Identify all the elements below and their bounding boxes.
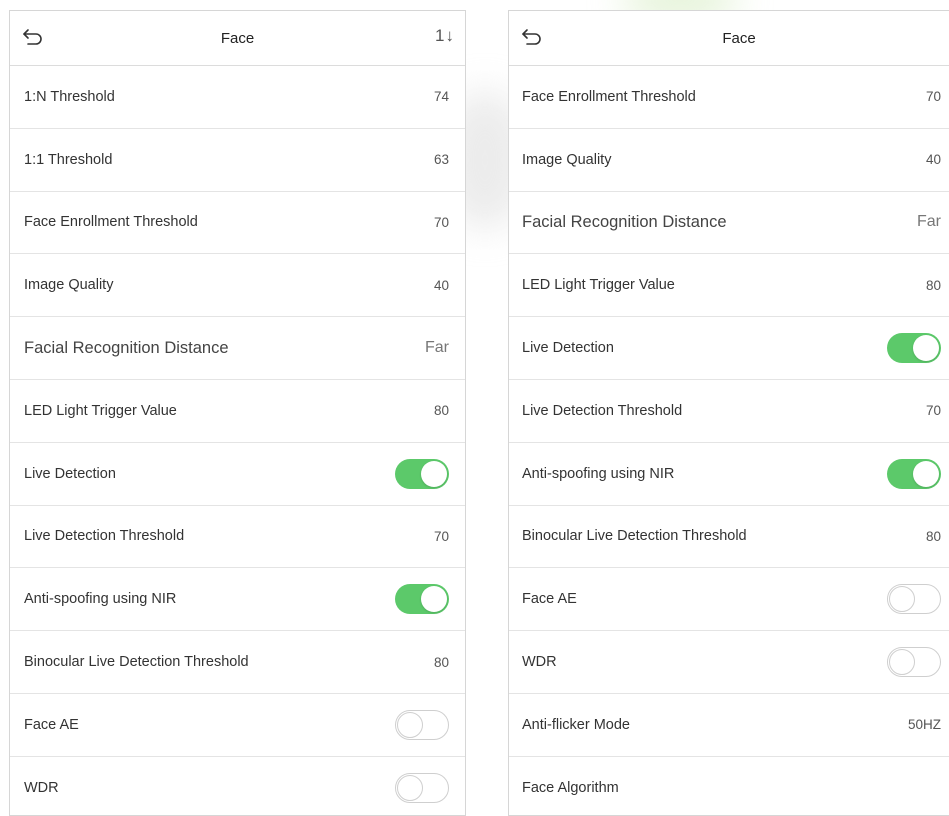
- toggle-knob: [889, 649, 915, 676]
- face-settings-panel-left: Face 1↓ 1:N Threshold 74 1:1 Threshold 63 Fa…: [9, 10, 466, 816]
- settings-row-1-1-threshold[interactable]: 1:1 Threshold 63: [10, 129, 465, 192]
- page-title: Face: [220, 29, 255, 47]
- settings-row-face-enrollment-threshold[interactable]: Face Enrollment Threshold 70: [509, 66, 949, 129]
- toggle-knob: [397, 711, 423, 738]
- settings-row-face-ae[interactable]: Face AE: [10, 694, 465, 757]
- setting-label: WDR: [522, 654, 557, 671]
- setting-value: 80: [925, 277, 941, 293]
- settings-row-face-ae[interactable]: Face AE: [509, 568, 949, 632]
- page-title: Face: [722, 29, 756, 47]
- settings-row-anti-spoofing-using-nir[interactable]: Anti-spoofing using NIR: [10, 568, 465, 632]
- settings-row-wdr[interactable]: WDR: [509, 631, 949, 694]
- toggle-switch[interactable]: [395, 709, 449, 740]
- settings-row-live-detection-threshold[interactable]: Live Detection Threshold 70: [509, 380, 949, 443]
- settings-row-led-light-trigger-value[interactable]: LED Light Trigger Value 80: [10, 380, 465, 443]
- setting-label: Anti-flicker Mode: [522, 716, 630, 733]
- setting-label: Image Quality: [24, 277, 114, 294]
- setting-value: Far: [917, 213, 941, 231]
- setting-label: WDR: [24, 779, 59, 796]
- setting-label: Face AE: [522, 591, 577, 608]
- setting-value: 70: [925, 403, 941, 419]
- setting-label: Live Detection Threshold: [24, 528, 185, 545]
- back-arrow-icon[interactable]: [521, 27, 543, 47]
- toggle-switch[interactable]: [395, 584, 449, 615]
- toggle-switch[interactable]: [395, 772, 449, 803]
- setting-label: Live Detection: [24, 465, 116, 482]
- setting-value: 70: [925, 89, 941, 105]
- settings-row-facial-recognition-distance[interactable]: Facial Recognition Distance Far: [10, 317, 465, 380]
- toggle-switch[interactable]: [395, 458, 449, 489]
- setting-label: Face Enrollment Threshold: [522, 88, 696, 105]
- setting-value: 80: [433, 654, 449, 670]
- face-settings-panel-right: Face 1↓ Face Enrollment Threshold 70 Image…: [508, 10, 949, 816]
- setting-value: 40: [433, 277, 449, 293]
- setting-label: 1:1 Threshold: [24, 151, 113, 168]
- settings-list: Face Enrollment Threshold 70 Image Quality…: [509, 66, 949, 815]
- settings-row-face-enrollment-threshold[interactable]: Face Enrollment Threshold 70: [10, 192, 465, 255]
- settings-row-live-detection[interactable]: Live Detection: [10, 443, 465, 506]
- back-arrow-icon[interactable]: [22, 27, 44, 47]
- setting-label: Face Enrollment Threshold: [24, 214, 198, 231]
- setting-value: 50HZ: [907, 717, 941, 733]
- settings-row-image-quality[interactable]: Image Quality 40: [10, 254, 465, 318]
- setting-label: Anti-spoofing using NIR: [24, 591, 177, 608]
- settings-row-facial-recognition-distance[interactable]: Facial Recognition Distance Far: [509, 192, 949, 255]
- setting-label: Facial Recognition Distance: [24, 338, 229, 357]
- setting-value: 80: [925, 528, 941, 544]
- toggle-knob: [421, 460, 447, 487]
- setting-label: LED Light Trigger Value: [522, 277, 675, 294]
- setting-label: LED Light Trigger Value: [24, 402, 177, 419]
- setting-label: 1:N Threshold: [24, 88, 115, 105]
- setting-label: Live Detection: [522, 340, 614, 357]
- toggle-switch[interactable]: [887, 584, 941, 615]
- setting-value: 70: [433, 214, 449, 230]
- setting-value: 74: [433, 89, 449, 105]
- setting-label: Anti-spoofing using NIR: [522, 465, 675, 482]
- setting-label: Binocular Live Detection Threshold: [522, 528, 747, 545]
- setting-label: Face Algorithm: [522, 779, 619, 796]
- header-bar: Face 1↓: [509, 11, 949, 66]
- settings-list: 1:N Threshold 74 1:1 Threshold 63 Face Enrol…: [10, 66, 465, 815]
- settings-row-live-detection-threshold[interactable]: Live Detection Threshold 70: [10, 506, 465, 569]
- setting-value: 70: [433, 528, 449, 544]
- toggle-knob: [889, 586, 915, 613]
- setting-label: Binocular Live Detection Threshold: [24, 654, 249, 671]
- settings-row-face-algorithm[interactable]: Face Algorithm: [509, 757, 949, 815]
- settings-row-anti-flicker-mode[interactable]: Anti-flicker Mode 50HZ: [509, 694, 949, 757]
- toggle-knob: [397, 774, 423, 801]
- header-bar: Face 1↓: [10, 11, 465, 66]
- toggle-switch[interactable]: [887, 458, 941, 489]
- settings-row-wdr[interactable]: WDR: [10, 757, 465, 815]
- settings-row-led-light-trigger-value[interactable]: LED Light Trigger Value 80: [509, 254, 949, 318]
- toggle-knob: [913, 335, 939, 362]
- settings-row-live-detection[interactable]: Live Detection: [509, 317, 949, 380]
- setting-label: Face AE: [24, 716, 79, 733]
- toggle-knob: [913, 460, 939, 487]
- toggle-knob: [421, 586, 447, 613]
- settings-row-anti-spoofing-using-nir[interactable]: Anti-spoofing using NIR: [509, 443, 949, 506]
- setting-value: 80: [433, 403, 449, 419]
- setting-label: Image Quality: [522, 151, 612, 168]
- settings-row-image-quality[interactable]: Image Quality 40: [509, 129, 949, 192]
- setting-value: 63: [433, 152, 449, 168]
- settings-row-1-n-threshold[interactable]: 1:N Threshold 74: [10, 66, 465, 129]
- setting-value: Far: [425, 339, 449, 357]
- setting-label: Facial Recognition Distance: [522, 212, 727, 231]
- settings-row-binocular-live-detection-threshold[interactable]: Binocular Live Detection Threshold 80: [10, 631, 465, 694]
- setting-value: 40: [925, 152, 941, 168]
- setting-label: Live Detection Threshold: [522, 402, 683, 419]
- sort-icon[interactable]: 1↓: [435, 26, 455, 46]
- toggle-switch[interactable]: [887, 647, 941, 678]
- toggle-switch[interactable]: [887, 333, 941, 364]
- settings-row-binocular-live-detection-threshold[interactable]: Binocular Live Detection Threshold 80: [509, 506, 949, 569]
